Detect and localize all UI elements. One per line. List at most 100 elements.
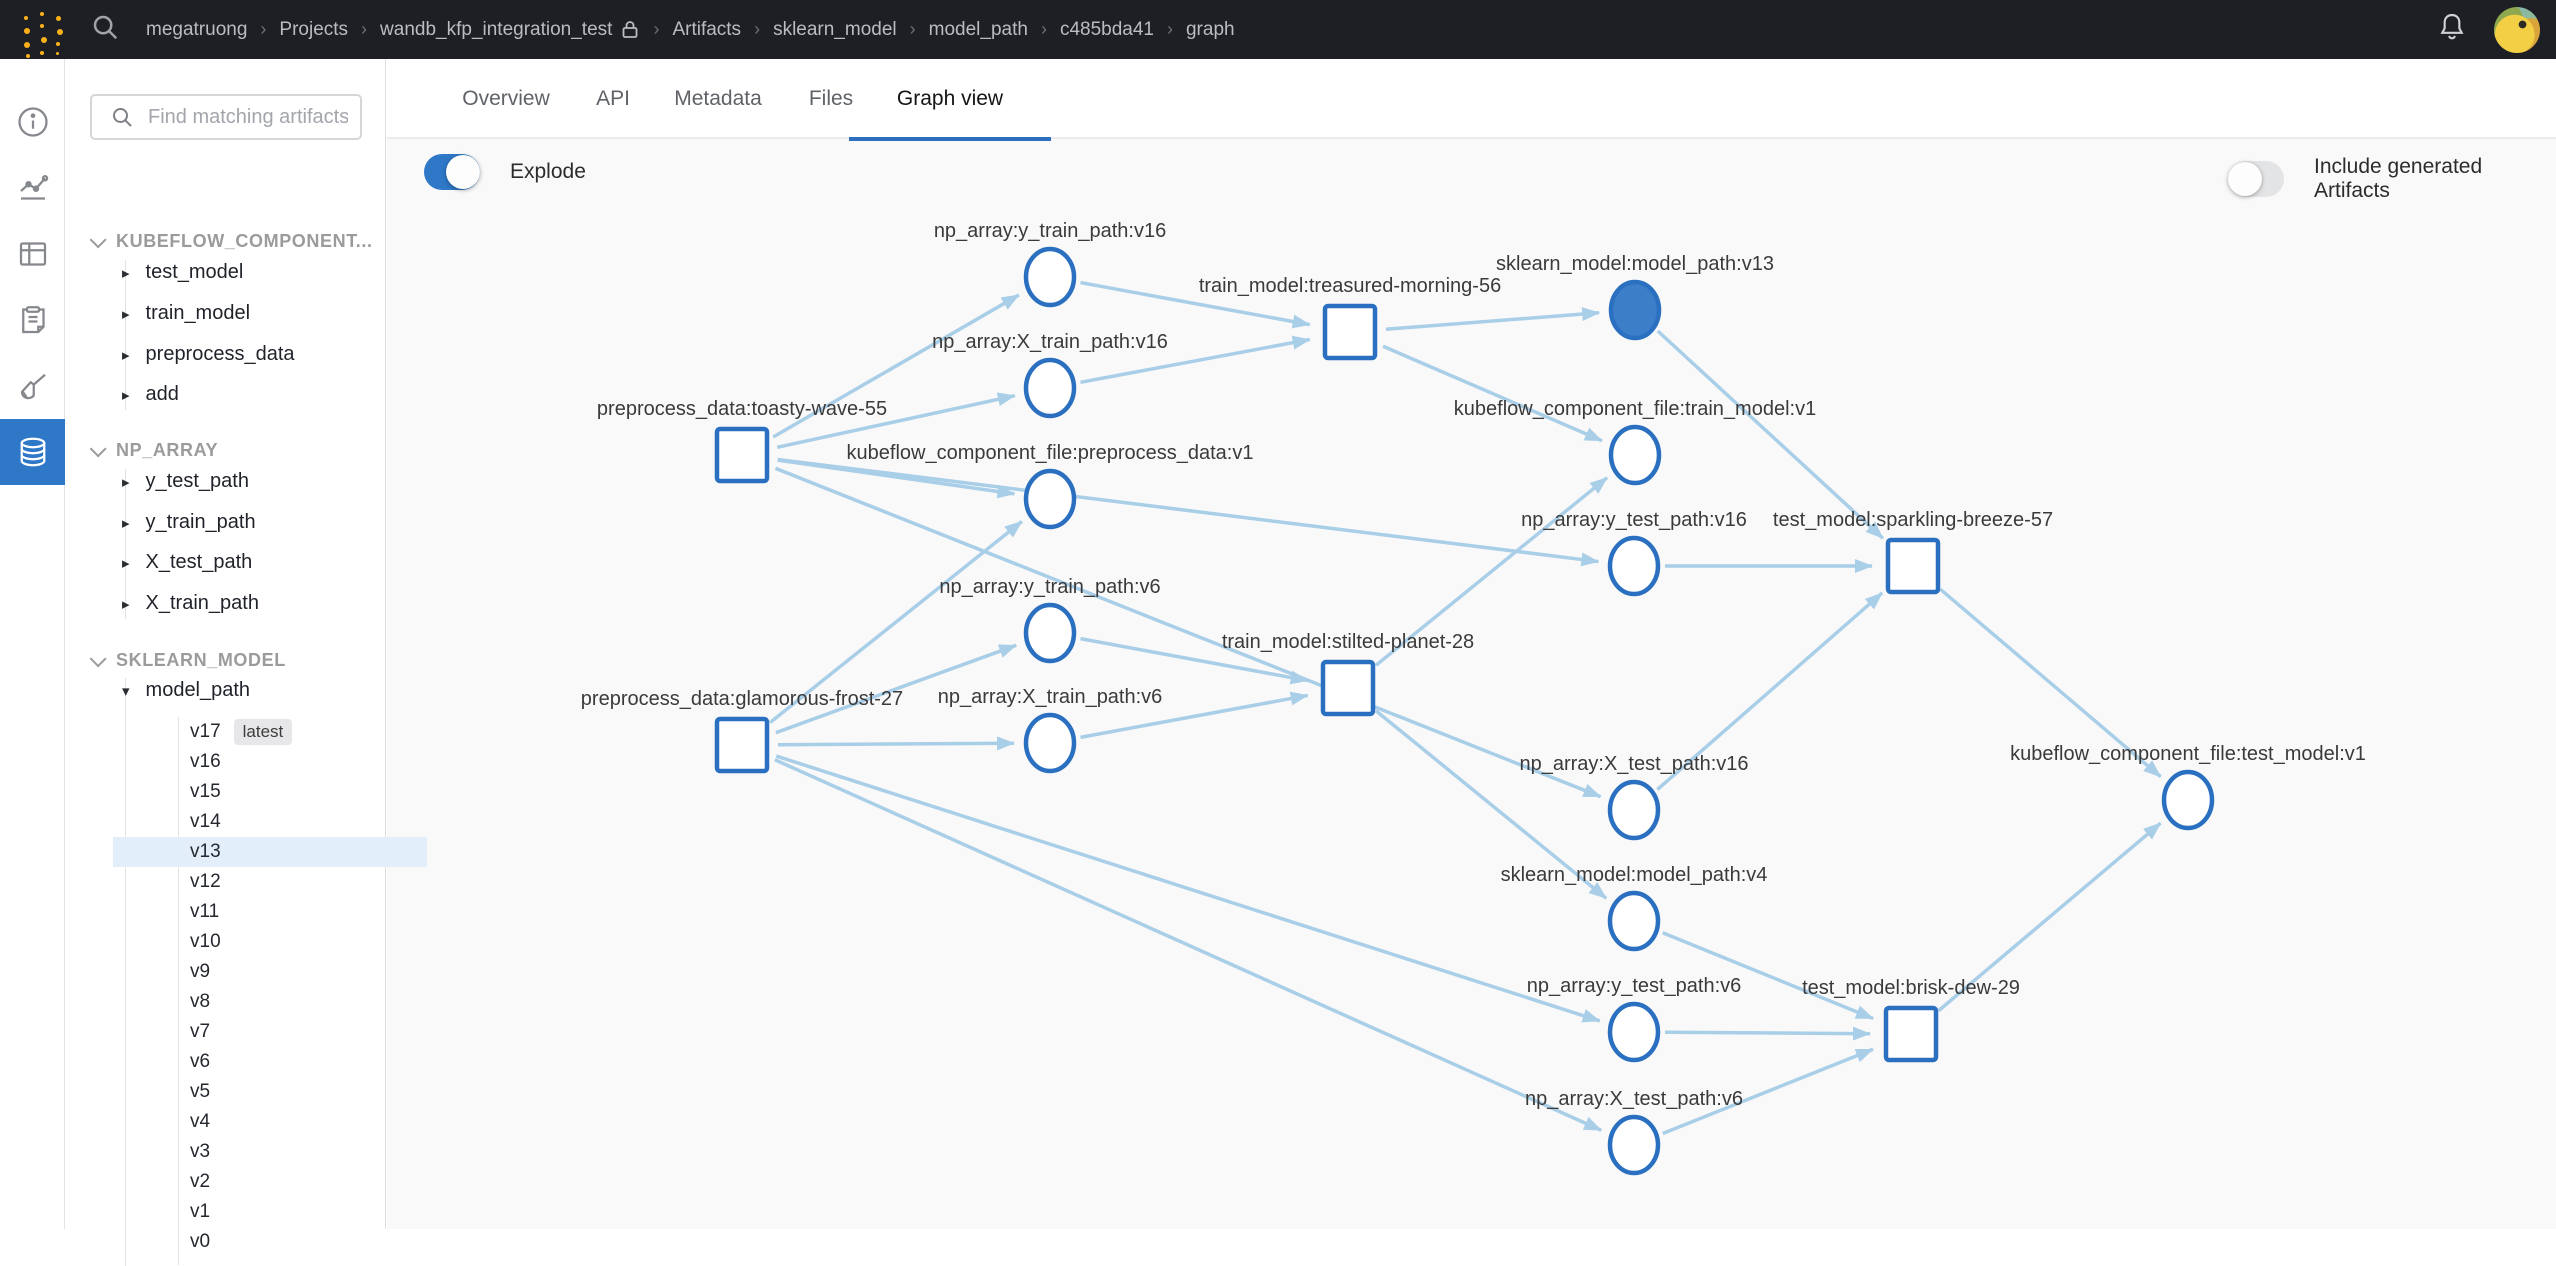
version-row-v1[interactable]: v1 <box>113 1197 427 1227</box>
graph-node-kubpre-artifact[interactable] <box>1026 471 1074 527</box>
version-row-v11[interactable]: v11 <box>113 897 427 927</box>
breadcrumb-item-sklearn_model[interactable]: sklearn_model <box>773 19 897 41</box>
caret-right-icon: ▸ <box>122 554 130 572</box>
graph-node-xtr16-artifact[interactable] <box>1026 360 1074 416</box>
tab-files[interactable]: Files <box>781 59 881 139</box>
rail-item-artifacts[interactable] <box>0 419 65 485</box>
caret-down-icon: ▾ <box>122 682 130 700</box>
tree-section-np-array[interactable]: NP_ARRAY <box>90 440 218 461</box>
breadcrumb-item-Projects[interactable]: Projects <box>279 19 348 41</box>
graph-node-xtr6-artifact[interactable] <box>1026 715 1074 771</box>
tree-item-preprocess_data[interactable]: ▸preprocess_data <box>122 343 295 366</box>
breadcrumb-item-megatruong[interactable]: megatruong <box>146 19 247 41</box>
graph-node-treasured-run[interactable] <box>1325 306 1375 358</box>
graph-node-glamorous-run[interactable] <box>717 719 767 771</box>
include-generated-artifacts-toggle[interactable] <box>2228 161 2284 197</box>
tab-bar: OverviewAPIMetadataFilesGraph view <box>387 59 2556 139</box>
graph-node-yte6-artifact[interactable] <box>1610 1004 1658 1060</box>
tree-item-X_test_path[interactable]: ▸X_test_path <box>122 551 252 574</box>
graph-node-sparkling-run[interactable] <box>1888 540 1938 592</box>
breadcrumb-separator: › <box>1167 19 1173 40</box>
tree-section-kubeflow-component-[interactable]: KUBEFLOW_COMPONENT... <box>90 231 373 252</box>
graph-node-kubtest-artifact[interactable] <box>2164 772 2212 828</box>
breadcrumb-item-model_path[interactable]: model_path <box>929 19 1028 41</box>
breadcrumb-separator: › <box>910 19 916 40</box>
caret-right-icon: ▸ <box>122 386 130 404</box>
caret-right-icon: ▸ <box>122 473 130 491</box>
breadcrumb-separator: › <box>361 19 367 40</box>
version-row-v17[interactable]: v17latest <box>113 717 427 747</box>
rail-item-sweeps[interactable] <box>0 353 65 419</box>
top-navbar: megatruong › Projects › wandb_kfp_integratio… <box>0 0 2556 59</box>
graph-node-toasty-run[interactable] <box>717 429 767 481</box>
version-row-v13[interactable]: v13 <box>113 837 427 867</box>
notifications-bell-icon[interactable] <box>2436 11 2468 48</box>
graph-node-brisk-run[interactable] <box>1886 1008 1936 1060</box>
search-icon <box>110 105 134 129</box>
breadcrumb-item-c485bda41[interactable]: c485bda41 <box>1060 19 1154 41</box>
version-row-v5[interactable]: v5 <box>113 1077 427 1107</box>
explode-toggle[interactable] <box>424 154 480 190</box>
breadcrumb-separator: › <box>653 19 659 40</box>
tree-item-test_model[interactable]: ▸test_model <box>122 261 243 284</box>
artifact-search-input[interactable] <box>148 106 348 129</box>
version-row-v12[interactable]: v12 <box>113 867 427 897</box>
tab-graph-view[interactable]: Graph view <box>870 59 1030 139</box>
tree-item-train_model[interactable]: ▸train_model <box>122 302 250 325</box>
version-row-v7[interactable]: v7 <box>113 1017 427 1047</box>
breadcrumb-item-Artifacts[interactable]: Artifacts <box>672 19 741 41</box>
rail-item-table[interactable] <box>0 221 65 287</box>
version-row-v3[interactable]: v3 <box>113 1137 427 1167</box>
lock-icon <box>620 19 640 41</box>
caret-right-icon: ▸ <box>122 346 130 364</box>
caret-right-icon: ▸ <box>122 264 130 282</box>
caret-right-icon: ▸ <box>122 514 130 532</box>
version-row-v10[interactable]: v10 <box>113 927 427 957</box>
chevron-down-icon <box>90 650 107 667</box>
graph-node-ytr16-artifact[interactable] <box>1026 249 1074 305</box>
tree-item-add[interactable]: ▸add <box>122 383 179 406</box>
explode-label: Explode <box>510 160 586 184</box>
rail-item-logs[interactable] <box>0 287 65 353</box>
navbar-search-icon[interactable] <box>90 12 120 47</box>
graph-node-xte16-artifact[interactable] <box>1610 782 1658 838</box>
version-row-v9[interactable]: v9 <box>113 957 427 987</box>
graph-node-xte6-artifact[interactable] <box>1610 1117 1658 1173</box>
left-icon-rail <box>0 59 65 1229</box>
graph-node-ytr6-artifact[interactable] <box>1026 605 1074 661</box>
breadcrumb-separator: › <box>754 19 760 40</box>
version-row-v16[interactable]: v16 <box>113 747 427 777</box>
version-row-v14[interactable]: v14 <box>113 807 427 837</box>
breadcrumb-separator: › <box>260 19 266 40</box>
user-avatar[interactable] <box>2494 7 2540 53</box>
breadcrumb-item-graph[interactable]: graph <box>1186 19 1235 41</box>
graph-node-v4-artifact[interactable] <box>1610 893 1658 949</box>
rail-item-charts[interactable] <box>0 155 65 221</box>
version-row-v2[interactable]: v2 <box>113 1167 427 1197</box>
graph-node-kubtrain-artifact[interactable] <box>1611 427 1659 483</box>
graph-toolbar: Explode Include generated Artifacts <box>387 139 2556 219</box>
version-row-v8[interactable]: v8 <box>113 987 427 1017</box>
graph-node-v13-artifact[interactable] <box>1611 282 1659 338</box>
tree-item-y_test_path[interactable]: ▸y_test_path <box>122 470 249 493</box>
tree-item-y_train_path[interactable]: ▸y_train_path <box>122 511 256 534</box>
tree-section-sklearn-model[interactable]: SKLEARN_MODEL <box>90 650 286 671</box>
caret-right-icon: ▸ <box>122 595 130 613</box>
tree-item-model_path[interactable]: ▾model_path <box>122 679 250 702</box>
wandb-logo[interactable] <box>20 10 66 50</box>
version-row-v4[interactable]: v4 <box>113 1107 427 1137</box>
version-row-v15[interactable]: v15 <box>113 777 427 807</box>
version-row-v6[interactable]: v6 <box>113 1047 427 1077</box>
tree-item-X_train_path[interactable]: ▸X_train_path <box>122 592 259 615</box>
graph-node-stilted-run[interactable] <box>1323 662 1373 714</box>
breadcrumb-item-wandb_kfp_integration_test[interactable]: wandb_kfp_integration_test <box>380 19 612 41</box>
version-row-v0[interactable]: v0 <box>113 1227 427 1257</box>
caret-right-icon: ▸ <box>122 305 130 323</box>
tab-metadata[interactable]: Metadata <box>650 59 786 139</box>
graph-node-yte16-artifact[interactable] <box>1610 538 1658 594</box>
tab-api[interactable]: API <box>575 59 651 139</box>
rail-item-overview[interactable] <box>0 89 65 155</box>
artifact-search-box[interactable] <box>90 94 362 140</box>
tab-overview[interactable]: Overview <box>438 59 574 139</box>
latest-badge: latest <box>234 719 293 745</box>
